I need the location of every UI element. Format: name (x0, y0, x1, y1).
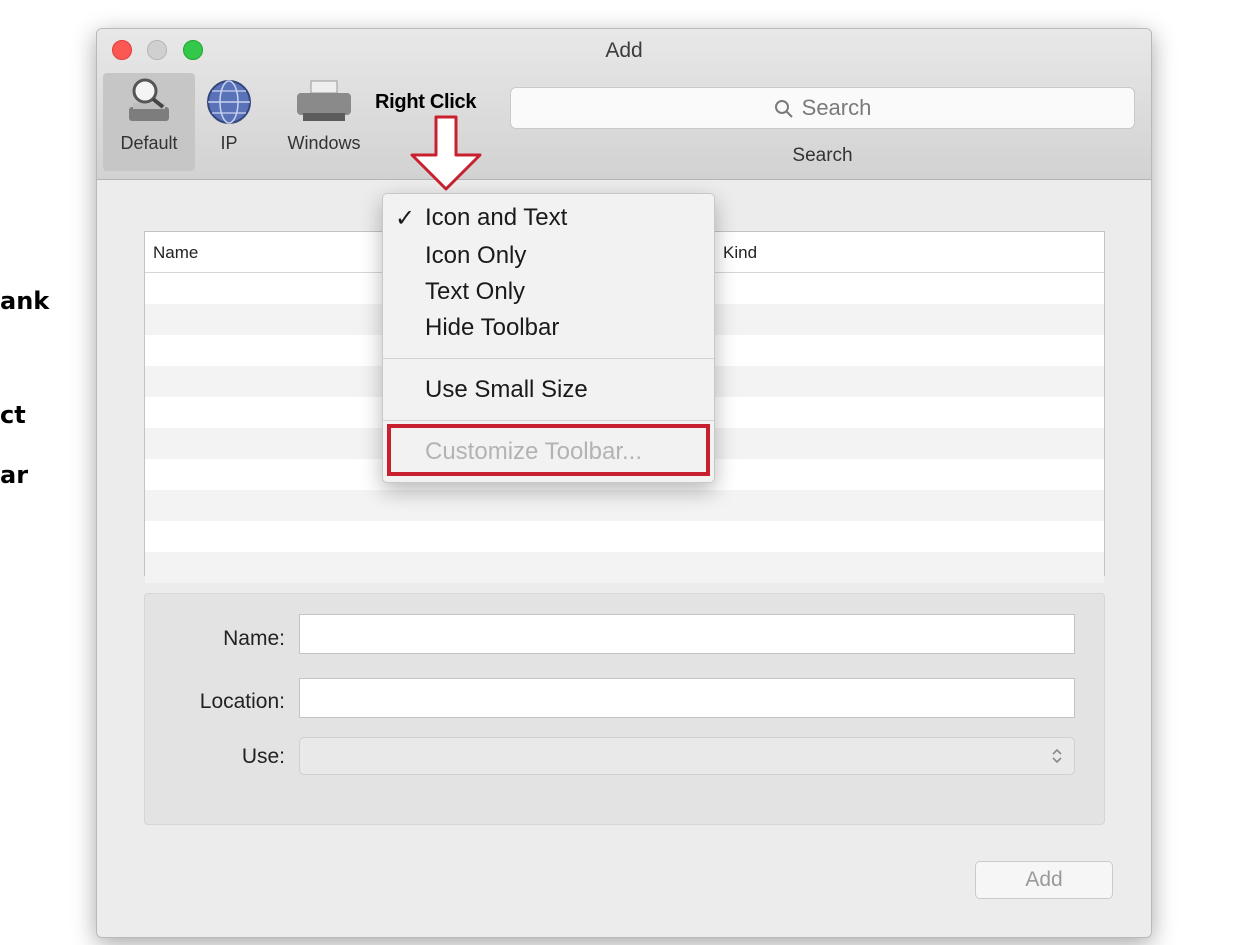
location-label: Location: (199, 690, 285, 713)
menu-separator (383, 420, 714, 421)
name-label: Name: (223, 627, 285, 650)
customize-toolbar-highlight (387, 424, 710, 476)
name-field[interactable] (299, 614, 1075, 654)
printer-icon (297, 80, 351, 121)
chevron-updown-icon (1052, 748, 1062, 764)
down-arrow-annotation-icon (410, 115, 482, 191)
table-row (145, 552, 1104, 583)
side-note-line-3: ar (0, 461, 29, 489)
add-printer-window: Add Default IP Windows Right Click Searc… (96, 28, 1152, 938)
column-header-name[interactable]: Name (153, 243, 198, 263)
menu-item-use-small-size[interactable]: Use Small Size (425, 376, 588, 404)
printer-details-form: Name: Location: Use: (144, 593, 1105, 825)
search-input[interactable]: Search (510, 87, 1135, 129)
screenshot-stage: ank ct ar Add Default IP Windows Right C… (0, 0, 1247, 945)
table-row (145, 521, 1104, 552)
toolbar-windows-button[interactable]: Windows (277, 73, 371, 154)
side-note-line-2: ct (0, 401, 26, 429)
search-icon (774, 100, 793, 118)
use-label: Use: (241, 745, 285, 768)
toolbar-default-button[interactable]: Default (103, 73, 195, 171)
location-field[interactable] (299, 678, 1075, 718)
side-note-line-1: ank (0, 287, 50, 315)
add-button[interactable]: Add (975, 861, 1113, 899)
menu-item-text-only[interactable]: Text Only (425, 278, 525, 306)
toolbar-default-label: Default (120, 133, 178, 153)
checkmark-icon: ✓ (395, 205, 416, 232)
globe-icon (207, 80, 251, 124)
menu-item-icon-only[interactable]: Icon Only (425, 242, 526, 270)
toolbar-windows-label: Windows (287, 133, 361, 153)
menu-item-icon-and-text[interactable]: Icon and Text (425, 204, 567, 232)
search-placeholder: Search (801, 95, 872, 120)
right-click-annotation: Right Click (375, 91, 477, 113)
search-caption: Search (792, 145, 853, 166)
table-row (145, 490, 1104, 521)
window-title: Add (605, 39, 643, 62)
magnifier-printer-icon (129, 78, 169, 121)
column-header-kind[interactable]: Kind (723, 243, 757, 263)
toolbar-ip-button[interactable]: IP (203, 73, 255, 154)
toolbar-ip-label: IP (220, 133, 238, 153)
menu-separator (383, 358, 714, 359)
use-select[interactable] (299, 737, 1075, 775)
window-toolbar[interactable]: Add Default IP Windows Right Click Searc… (97, 29, 1151, 180)
menu-item-hide-toolbar[interactable]: Hide Toolbar (425, 314, 559, 342)
